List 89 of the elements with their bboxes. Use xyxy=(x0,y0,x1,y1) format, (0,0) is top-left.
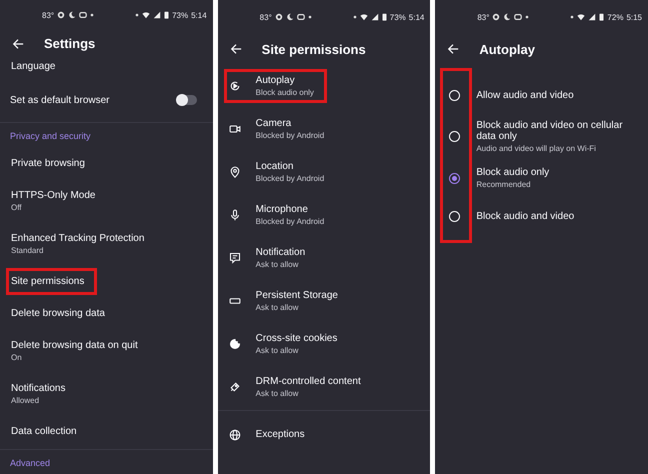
item-label[interactable]: Site permissions xyxy=(11,276,84,286)
section-header: Privacy and security xyxy=(9,130,92,143)
cookie-icon xyxy=(228,338,241,350)
option-label[interactable]: Block audio and video xyxy=(476,210,574,222)
item-value: On xyxy=(11,352,23,362)
item-value: Blocked by Android xyxy=(256,216,324,226)
back-arrow-icon[interactable] xyxy=(230,43,242,55)
item-label[interactable]: Camera xyxy=(256,118,324,128)
item-value: Ask to allow xyxy=(256,302,300,312)
dot-icon xyxy=(135,13,140,18)
item-value: Block audio only xyxy=(256,88,314,96)
option-label[interactable]: Allow audio and video xyxy=(476,90,574,100)
item-label[interactable]: Cross-site cookies xyxy=(256,332,338,344)
autoplay-icon xyxy=(228,80,241,92)
moon-icon xyxy=(68,11,76,20)
section-header: Advanced xyxy=(9,457,52,470)
clock: 5:14 xyxy=(408,12,424,22)
microphone-icon xyxy=(228,208,241,220)
signal-icon xyxy=(588,13,596,21)
app-icon xyxy=(492,13,500,21)
battery-icon xyxy=(164,11,170,20)
item-label[interactable]: Location xyxy=(256,160,324,172)
item-label[interactable]: Language xyxy=(11,61,56,72)
battery-level: 72% xyxy=(607,12,624,22)
screen-title: Site permissions xyxy=(262,42,366,56)
moon-icon xyxy=(503,13,512,21)
back-arrow-icon[interactable] xyxy=(447,43,460,55)
item-label[interactable]: Enhanced Tracking Protection xyxy=(11,232,144,244)
item-label[interactable]: Notification xyxy=(256,246,306,258)
screen-title: Settings xyxy=(44,36,96,52)
app-icon xyxy=(514,13,522,21)
item-value: Ask to allow xyxy=(256,346,300,354)
dot-icon xyxy=(308,15,312,19)
item-label: Set as default browser xyxy=(10,94,110,106)
app-icon xyxy=(296,13,305,21)
message-icon xyxy=(228,252,241,264)
item-value: Allowed xyxy=(11,396,40,404)
app-icon xyxy=(79,11,88,20)
option-description: Recommended xyxy=(476,180,532,189)
item-value: Blocked by Android xyxy=(256,174,324,182)
wifi-icon xyxy=(142,11,150,20)
signal-icon xyxy=(370,13,379,21)
item-label[interactable]: Autoplay xyxy=(256,74,314,86)
clock: 5:15 xyxy=(626,12,642,22)
option-label[interactable]: Block audio only xyxy=(476,167,550,178)
item-label[interactable]: Private browsing xyxy=(11,158,85,168)
temperature: 83° xyxy=(477,12,490,22)
battery-icon xyxy=(382,13,387,21)
battery-level: 73% xyxy=(390,12,406,22)
item-label[interactable]: DRM-controlled content xyxy=(256,376,361,386)
item-value: Ask to allow xyxy=(256,388,300,398)
back-arrow-icon[interactable] xyxy=(12,38,24,50)
dot-icon xyxy=(352,15,357,19)
wifi-icon xyxy=(577,13,586,21)
temperature: 83° xyxy=(42,10,54,20)
dot-icon xyxy=(525,15,530,19)
item-value: Off xyxy=(11,202,23,212)
battery-level: 73% xyxy=(172,10,188,20)
item-label[interactable]: Notifications xyxy=(11,382,66,394)
item-label[interactable]: Exceptions xyxy=(256,429,305,440)
app-icon xyxy=(57,11,66,20)
item-label[interactable]: Persistent Storage xyxy=(256,290,338,300)
item-label[interactable]: Delete browsing data xyxy=(11,308,105,318)
app-icon xyxy=(274,13,283,21)
item-label[interactable]: HTTPS-Only Mode xyxy=(11,190,96,200)
radio-button[interactable] xyxy=(449,172,460,184)
item-value: Blocked by Android xyxy=(256,130,324,140)
tag-icon xyxy=(228,380,241,392)
signal-icon xyxy=(153,11,162,20)
temperature: 83° xyxy=(260,12,272,22)
clock: 5:14 xyxy=(191,10,207,20)
dot-icon xyxy=(570,15,574,19)
option-label[interactable]: Block audio and video on cellular data only xyxy=(476,120,642,142)
moon-icon xyxy=(286,13,294,21)
item-value: Standard xyxy=(11,246,44,254)
screen-title: Autoplay xyxy=(479,42,535,56)
location-pin-icon xyxy=(228,166,241,178)
item-value: Ask to allow xyxy=(256,260,300,268)
globe-icon xyxy=(228,428,241,440)
item-label[interactable]: Delete browsing data on quit xyxy=(11,340,138,350)
settings-item[interactable]: Set as default browser xyxy=(0,80,213,120)
wifi-icon xyxy=(360,13,368,21)
dot-icon xyxy=(90,13,94,18)
battery-icon xyxy=(599,13,604,21)
option-description: Audio and video will play on Wi-Fi xyxy=(476,144,597,153)
item-label[interactable]: Data collection xyxy=(11,426,77,436)
toggle-switch[interactable] xyxy=(176,95,197,105)
camera-icon xyxy=(228,122,241,134)
item-label[interactable]: Microphone xyxy=(256,204,324,214)
